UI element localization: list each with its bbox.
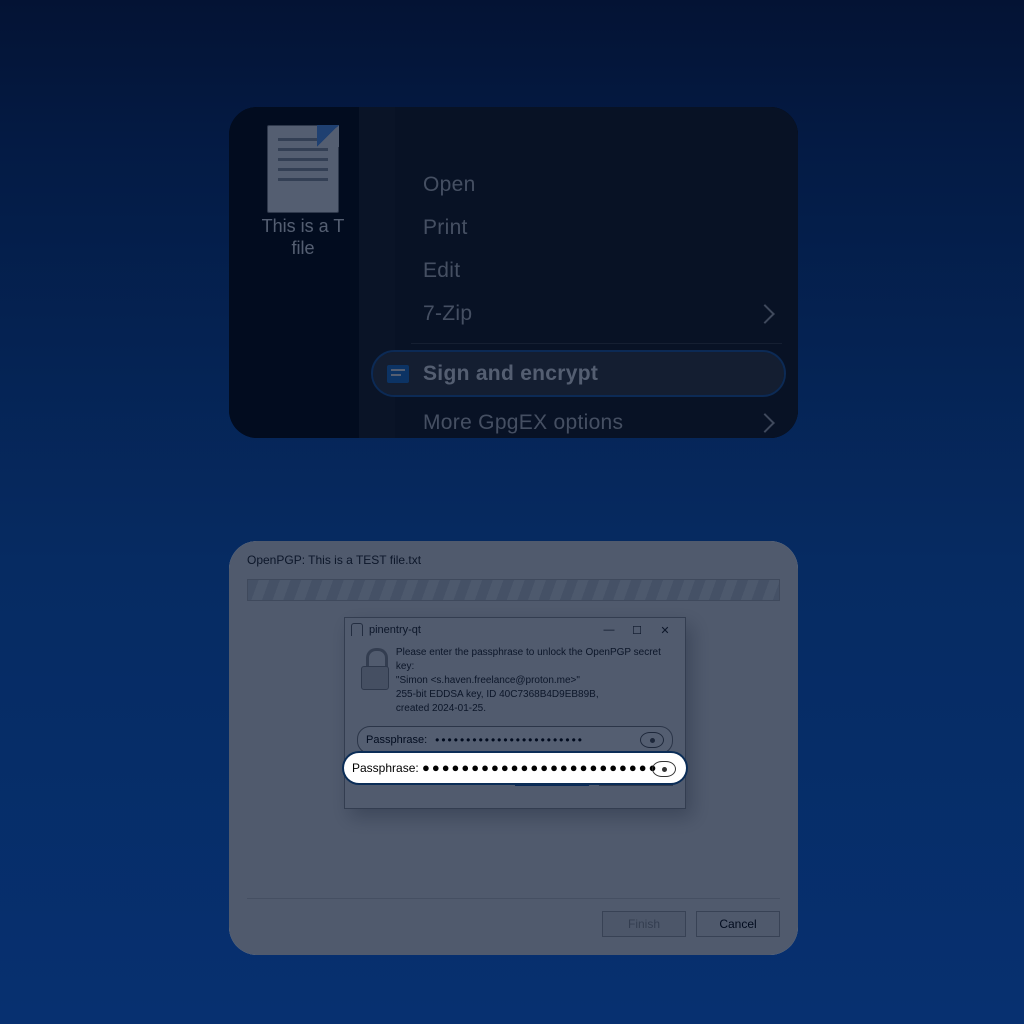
file-caption: This is a Tfile: [247, 215, 359, 259]
context-menu: Open Print Edit 7-Zip Sign and encrypt M…: [359, 107, 798, 438]
certificate-icon: [387, 365, 409, 383]
cancel-button[interactable]: Cancel: [696, 911, 780, 937]
kleopatra-footer: Finish Cancel: [247, 898, 780, 941]
minimize-button[interactable]: —: [595, 621, 623, 639]
menu-item-sign-encrypt[interactable]: Sign and encrypt: [373, 352, 784, 395]
kleopatra-panel: OpenPGP: This is a TEST file.txt pinentr…: [229, 541, 798, 955]
desktop-file[interactable]: This is a Tfile: [247, 125, 359, 259]
kleopatra-title: OpenPGP: This is a TEST file.txt: [247, 553, 421, 567]
pinentry-title: pinentry-qt: [369, 624, 421, 636]
context-menu-panel: This is a Tfile Open Print Edit 7-Zip Si…: [229, 107, 798, 438]
menu-item-more-gpgex[interactable]: More GpgEX options: [359, 401, 798, 438]
menu-item-print[interactable]: Print: [359, 206, 798, 249]
passphrase-label: Passphrase:: [358, 734, 433, 746]
pinentry-titlebar: pinentry-qt — ☐ ✕: [345, 618, 685, 642]
menu-separator: [411, 343, 782, 344]
menu-item-7zip[interactable]: 7-Zip: [359, 292, 798, 335]
highlight-passphrase: Passphrase: ●●●●●●●●●●●●●●●●●●●●●●●●: [344, 753, 686, 783]
menu-item-edit[interactable]: Edit: [359, 249, 798, 292]
progress-bar: [247, 579, 780, 601]
pinentry-message: Please enter the passphrase to unlock th…: [396, 646, 673, 716]
maximize-button[interactable]: ☐: [623, 621, 651, 639]
reveal-password-icon[interactable]: [652, 761, 676, 777]
finish-button[interactable]: Finish: [602, 911, 686, 937]
reveal-password-icon[interactable]: [640, 732, 664, 748]
text-file-icon: [267, 125, 339, 213]
padlock-icon: [357, 646, 390, 690]
lock-icon: [351, 623, 363, 636]
passphrase-row: Passphrase:: [357, 726, 673, 754]
menu-item-open[interactable]: Open: [359, 163, 798, 206]
passphrase-input[interactable]: [433, 732, 640, 748]
close-button[interactable]: ✕: [651, 621, 679, 639]
